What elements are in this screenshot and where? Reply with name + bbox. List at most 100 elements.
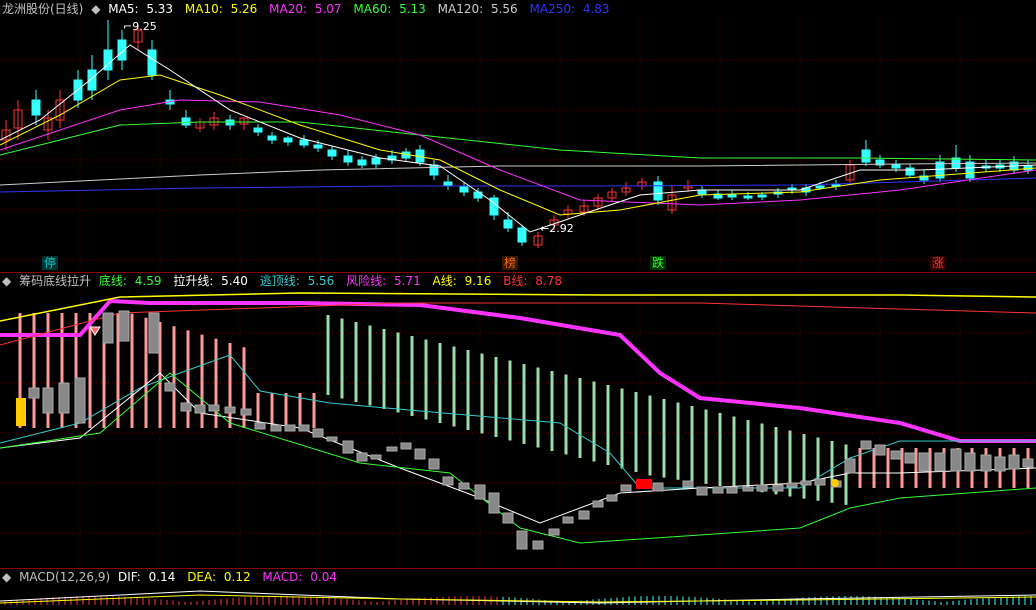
candle-body <box>299 139 309 146</box>
chip-candle <box>994 456 1006 472</box>
candle-body <box>459 185 469 193</box>
chip-candle <box>562 516 574 524</box>
chip-candle <box>578 510 590 520</box>
candle-body <box>283 137 293 143</box>
chip-candle <box>652 482 664 492</box>
chip-candle <box>298 424 310 432</box>
chip-candle <box>370 454 382 460</box>
chip-candle <box>592 500 604 508</box>
chip-candle <box>386 446 398 452</box>
macd-chart[interactable] <box>0 569 1036 610</box>
chip-candle <box>240 408 252 416</box>
chip-candle <box>284 424 296 432</box>
chip-candle <box>326 436 338 442</box>
chip-candle <box>442 476 454 486</box>
chip-candle <box>756 484 768 492</box>
chip-candle <box>786 482 798 488</box>
candle-body <box>429 164 439 176</box>
candle-body <box>517 227 527 243</box>
chip-candle <box>502 512 514 524</box>
chip-candle <box>28 387 40 399</box>
candle-body <box>371 157 381 165</box>
candle-body <box>343 155 353 163</box>
chip-candle <box>844 458 856 474</box>
chip-candle <box>428 458 440 470</box>
chip-candle <box>474 484 486 500</box>
chip-candle <box>516 530 528 550</box>
chip-candle <box>682 480 694 488</box>
candle-body <box>653 181 663 201</box>
candle-body <box>253 127 263 133</box>
signal-block <box>636 479 652 489</box>
price-panel[interactable]: 龙洲股份(日线) ◆ MA5: 5.33 MA10: 5.26 MA20: 5.… <box>0 0 1036 272</box>
candle-body <box>313 144 323 149</box>
chip-candle <box>964 452 976 472</box>
marker-rise[interactable]: 涨 <box>930 256 947 270</box>
low-price-label: ←2.92 <box>540 222 574 235</box>
bottom-line <box>0 372 1036 544</box>
chip-candle <box>814 478 826 486</box>
candle-body <box>327 149 337 157</box>
chip-candle <box>224 406 236 414</box>
chip-candle <box>400 442 412 450</box>
chip-candle <box>1008 454 1020 470</box>
chip-candle <box>904 452 916 464</box>
chip-candle <box>874 444 886 456</box>
chip-candle <box>800 480 812 486</box>
chip-candle <box>532 540 544 550</box>
candle-body <box>267 135 277 141</box>
candle-body <box>905 167 915 176</box>
chip-candle <box>934 452 946 472</box>
chip-candle <box>606 494 618 502</box>
candle-body <box>965 161 975 179</box>
candle-body <box>357 159 367 166</box>
chip-candle <box>180 402 192 412</box>
macd-panel[interactable]: ◆ MACD(12,26,9) DIF: 0.14 DEA: 0.12 MACD… <box>0 569 1036 610</box>
chip-candle <box>950 448 962 472</box>
chip-candle <box>772 484 784 492</box>
candle-body <box>727 194 737 198</box>
chip-candle <box>918 452 930 472</box>
chip-candle <box>254 422 266 430</box>
chip-candle <box>890 450 902 460</box>
candle-body <box>503 219 513 229</box>
candle-body <box>181 117 191 126</box>
chip-candle <box>270 424 282 432</box>
candle-body <box>891 164 901 169</box>
chip-candle <box>312 428 324 438</box>
chip-candle <box>58 382 70 414</box>
chip-candle <box>118 310 130 342</box>
candle-body <box>147 49 157 76</box>
chip-candle <box>74 377 86 424</box>
marker-fall[interactable]: 跌 <box>650 256 667 270</box>
chip-candle <box>726 486 738 494</box>
chip-candle <box>164 382 176 392</box>
indicator-panel[interactable]: ◆ 筹码底线拉升 底线: 4.59 拉升线: 5.40 逃顶线: 5.56 风险… <box>0 273 1036 568</box>
chip-candle <box>548 528 560 536</box>
chip-candle <box>980 454 992 472</box>
chip-candle <box>148 312 160 354</box>
chip-candle <box>208 404 220 412</box>
price-chart[interactable]: ⌐9.25 ←2.92 <box>0 0 1036 272</box>
candle-body <box>443 181 453 186</box>
chip-candle <box>42 387 54 414</box>
ma120-line <box>0 162 1036 186</box>
candle-body <box>697 189 707 195</box>
chip-candle <box>860 440 872 450</box>
chip-candle <box>1022 458 1034 468</box>
chip-candle <box>194 404 206 414</box>
candle-body <box>743 195 753 199</box>
chip-candle <box>458 482 470 490</box>
marker-halt[interactable]: 停 <box>42 256 59 270</box>
indicator-chart[interactable] <box>0 273 1036 568</box>
candle-body <box>861 149 871 163</box>
chip-candle <box>488 492 500 514</box>
chip-candle <box>102 312 114 344</box>
high-price-label: ⌐9.25 <box>123 20 157 33</box>
signal-dot <box>831 479 839 487</box>
chip-candle <box>414 448 426 460</box>
candle-body <box>815 185 825 189</box>
marker-list[interactable]: 榜 <box>502 256 519 270</box>
chip-candle <box>356 452 368 462</box>
ma60-line <box>0 121 1036 161</box>
